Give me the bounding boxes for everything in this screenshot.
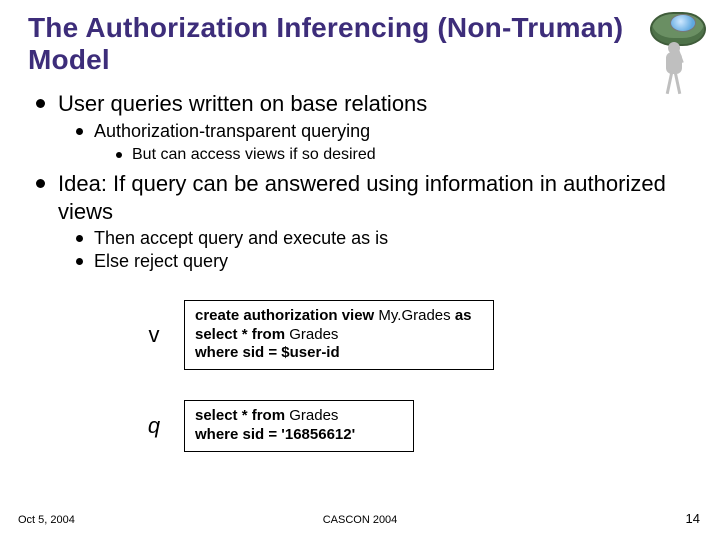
code-row-v: v create authorization view My.Grades as… [138,300,692,370]
slide: The Authorization Inferencing (Non-Truma… [0,0,720,540]
label-v: v [138,322,170,348]
bullet-list: User queries written on base relations A… [34,90,692,273]
code-box-v: create authorization view My.Grades as s… [184,300,494,370]
view-name: My.Grades [378,307,450,324]
bullet-2-2-text: Else reject query [94,251,228,271]
bullet-2-1: Then accept query and execute as is [72,227,692,250]
kw-select-q: select * from [195,407,285,424]
code-row-q: q select * from Grades where sid = '1685… [138,400,692,452]
code-box-q: select * from Grades where sid = '168566… [184,400,414,452]
bullet-2-text: Idea: If query can be answered using inf… [58,171,666,224]
bullet-1-1: Authorization-transparent querying But c… [72,120,692,166]
kw-create: create authorization view [195,307,374,324]
bullet-1: User queries written on base relations A… [34,90,692,166]
bullet-2-2: Else reject query [72,250,692,273]
label-q: q [138,413,170,439]
kw-as: as [455,307,472,324]
bullet-1-1-text: Authorization-transparent querying [94,121,370,141]
where-q: where sid = '16856612' [195,426,355,443]
relation-v: Grades [289,326,338,343]
relation-q: Grades [289,407,338,424]
bullet-2: Idea: If query can be answered using inf… [34,170,692,274]
globe-icon [670,14,696,32]
bullet-1-1-1-text: But can access views if so desired [132,146,376,163]
where-v: where sid = $user-id [195,344,340,361]
bullet-1-1-1: But can access views if so desired [112,145,692,166]
bullet-1-text: User queries written on base relations [58,91,427,116]
bullet-2-1-text: Then accept query and execute as is [94,228,388,248]
slide-title: The Authorization Inferencing (Non-Truma… [28,12,692,76]
footer-page-number: 14 [686,511,700,526]
kw-select-v: select * from [195,326,285,343]
footer-conference: CASCON 2004 [0,514,720,526]
